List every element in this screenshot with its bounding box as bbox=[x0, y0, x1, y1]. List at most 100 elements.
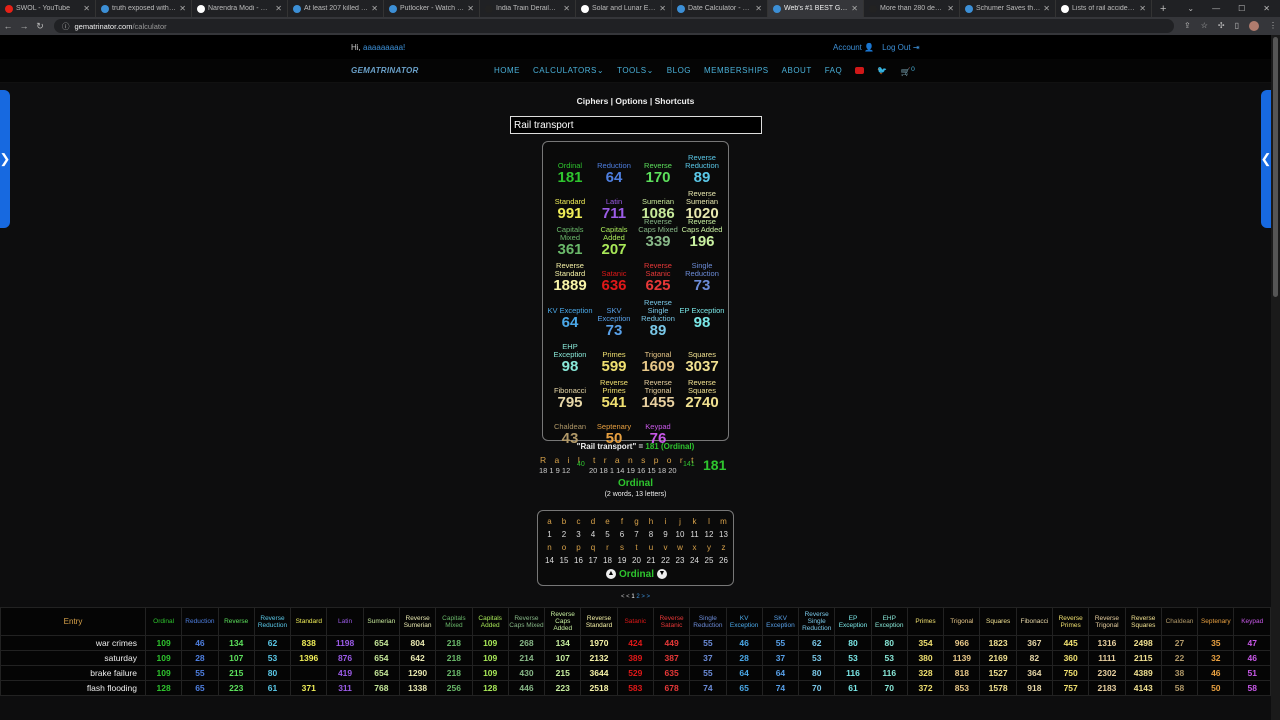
history-value[interactable]: 80 bbox=[798, 665, 836, 681]
history-value[interactable]: 58 bbox=[1160, 680, 1199, 696]
cipher-column-header[interactable]: Reverse Caps Mixed bbox=[507, 607, 546, 636]
table-row[interactable]: war crimes 109 46 134 62 838 1198 654 804 218 109 2… bbox=[0, 635, 1271, 651]
history-value[interactable]: 62 bbox=[798, 635, 836, 651]
history-value[interactable]: 28 bbox=[725, 650, 763, 666]
history-value[interactable]: 256 bbox=[435, 680, 473, 696]
left-panel-toggle[interactable]: ❯ bbox=[0, 90, 10, 228]
cipher-column-header[interactable]: Sumerian bbox=[362, 607, 400, 636]
cipher-cell[interactable]: Trigonal 1609 bbox=[635, 351, 681, 375]
cipher-column-header[interactable]: Satanic bbox=[616, 607, 654, 636]
cipher-column-header[interactable]: Reverse Reduction bbox=[253, 607, 292, 636]
history-value[interactable]: 109 bbox=[471, 665, 509, 681]
history-value[interactable]: 360 bbox=[1052, 650, 1090, 666]
history-value[interactable]: 32 bbox=[1197, 650, 1235, 666]
chevron-up-icon[interactable]: ▲ bbox=[605, 569, 616, 580]
browser-tab[interactable]: At least 207 killed and ✕ bbox=[288, 0, 384, 17]
history-value[interactable]: 58 bbox=[1233, 680, 1271, 696]
history-value[interactable]: 109 bbox=[471, 635, 509, 651]
history-value[interactable]: 654 bbox=[362, 635, 400, 651]
history-value[interactable]: 116 bbox=[870, 665, 908, 681]
browser-tab[interactable]: Web's #1 BEST Gemat✕ bbox=[768, 0, 864, 17]
cipher-column-header[interactable]: Capitals Mixed bbox=[435, 607, 473, 636]
cipher-column-header[interactable]: Reverse Primes bbox=[1052, 607, 1090, 636]
cipher-column-header[interactable]: KV Exception bbox=[725, 607, 763, 636]
history-value[interactable]: 445 bbox=[1052, 635, 1090, 651]
cipher-cell[interactable]: Standard 991 bbox=[547, 198, 593, 222]
history-value[interactable]: 311 bbox=[326, 680, 364, 696]
history-value[interactable]: 55 bbox=[689, 665, 727, 681]
cipher-cell[interactable]: Single Reduction 73 bbox=[679, 262, 725, 294]
history-value[interactable]: 70 bbox=[870, 680, 908, 696]
cipher-cell[interactable]: Reverse Caps Added 196 bbox=[679, 218, 725, 250]
nav-tools[interactable]: TOOLS⌄ bbox=[617, 66, 654, 77]
cipher-column-header[interactable]: Primes bbox=[906, 607, 945, 636]
pager-current[interactable]: 1 bbox=[631, 594, 634, 600]
history-value[interactable]: 2169 bbox=[979, 650, 1017, 666]
cipher-cell[interactable]: Reverse 170 bbox=[635, 162, 681, 186]
history-value[interactable]: 1198 bbox=[326, 635, 364, 651]
history-value[interactable]: 419 bbox=[326, 665, 364, 681]
history-value[interactable]: 654 bbox=[362, 665, 400, 681]
history-value[interactable]: 107 bbox=[217, 650, 255, 666]
tab-close-icon[interactable]: ✕ bbox=[755, 4, 762, 13]
new-tab-button[interactable]: + bbox=[1152, 3, 1174, 15]
forward-icon[interactable]: → bbox=[16, 21, 32, 31]
history-value[interactable]: 1527 bbox=[979, 665, 1017, 681]
cipher-cell[interactable]: Reverse Single Reduction 89 bbox=[635, 299, 681, 339]
history-value[interactable]: 28 bbox=[181, 650, 219, 666]
cipher-column-header[interactable]: SKV Exception bbox=[761, 607, 800, 636]
history-value[interactable]: 223 bbox=[544, 680, 582, 696]
history-value[interactable]: 853 bbox=[943, 680, 981, 696]
history-value[interactable]: 449 bbox=[652, 635, 691, 651]
history-value[interactable]: 46 bbox=[1233, 650, 1271, 666]
cipher-column-header[interactable]: Chaldean bbox=[1160, 607, 1199, 636]
cipher-column-header[interactable]: Reverse Caps Added bbox=[544, 607, 582, 636]
history-value[interactable]: 37 bbox=[761, 650, 800, 666]
cart-icon[interactable]: 🛒0 bbox=[901, 66, 916, 77]
history-value[interactable]: 364 bbox=[1015, 665, 1054, 681]
cipher-cell[interactable]: EP Exception 98 bbox=[679, 307, 725, 331]
page-scrollbar[interactable] bbox=[1271, 35, 1280, 720]
window-list-icon[interactable]: ⌄ bbox=[1187, 4, 1194, 13]
cipher-cell[interactable]: Reverse Caps Mixed 339 bbox=[635, 218, 681, 250]
history-value[interactable]: 134 bbox=[217, 635, 255, 651]
tab-close-icon[interactable]: ✕ bbox=[179, 4, 186, 13]
nav-memberships[interactable]: MEMBERSHIPS bbox=[704, 66, 769, 77]
history-value[interactable]: 128 bbox=[144, 680, 183, 696]
history-value[interactable]: 27 bbox=[1160, 635, 1199, 651]
history-value[interactable]: 64 bbox=[761, 665, 800, 681]
history-value[interactable]: 424 bbox=[616, 635, 654, 651]
cipher-column-header[interactable]: Reduction bbox=[181, 607, 219, 636]
history-value[interactable]: 2498 bbox=[1124, 635, 1162, 651]
history-value[interactable]: 50 bbox=[1197, 680, 1235, 696]
history-value[interactable]: 918 bbox=[1015, 680, 1054, 696]
cipher-cell[interactable]: Satanic 636 bbox=[591, 270, 637, 294]
cipher-column-header[interactable]: Latin bbox=[326, 607, 364, 636]
history-value[interactable]: 2518 bbox=[580, 680, 618, 696]
history-value[interactable]: 37 bbox=[689, 650, 727, 666]
history-value[interactable]: 354 bbox=[906, 635, 945, 651]
reload-icon[interactable]: ↻ bbox=[32, 21, 48, 32]
cipher-cell[interactable]: Latin 711 bbox=[591, 198, 637, 222]
profile-avatar[interactable] bbox=[1248, 21, 1259, 31]
cipher-cell[interactable]: Capitals Added 207 bbox=[591, 226, 637, 258]
history-value[interactable]: 55 bbox=[181, 665, 219, 681]
history-value[interactable]: 876 bbox=[326, 650, 364, 666]
history-value[interactable]: 109 bbox=[471, 650, 509, 666]
history-value[interactable]: 128 bbox=[471, 680, 509, 696]
history-value[interactable]: 46 bbox=[181, 635, 219, 651]
browser-tab[interactable]: Putlocker - Watch While✕ bbox=[384, 0, 480, 17]
history-value[interactable]: 214 bbox=[507, 650, 546, 666]
history-value[interactable]: 430 bbox=[507, 665, 546, 681]
cipher-column-header[interactable]: Keypad bbox=[1233, 607, 1271, 636]
history-value[interactable]: 1823 bbox=[979, 635, 1017, 651]
history-value[interactable]: 1578 bbox=[979, 680, 1017, 696]
history-value[interactable]: 4143 bbox=[1124, 680, 1162, 696]
pager-prev[interactable]: < < bbox=[621, 594, 630, 600]
cipher-column-header[interactable]: EP Exception bbox=[834, 607, 872, 636]
history-value[interactable]: 367 bbox=[1015, 635, 1054, 651]
cipher-column-header[interactable]: Reverse Satanic bbox=[652, 607, 691, 636]
history-value[interactable]: 38 bbox=[1160, 665, 1199, 681]
share-icon[interactable]: ⇪ bbox=[1184, 21, 1191, 31]
history-value[interactable]: 372 bbox=[906, 680, 945, 696]
